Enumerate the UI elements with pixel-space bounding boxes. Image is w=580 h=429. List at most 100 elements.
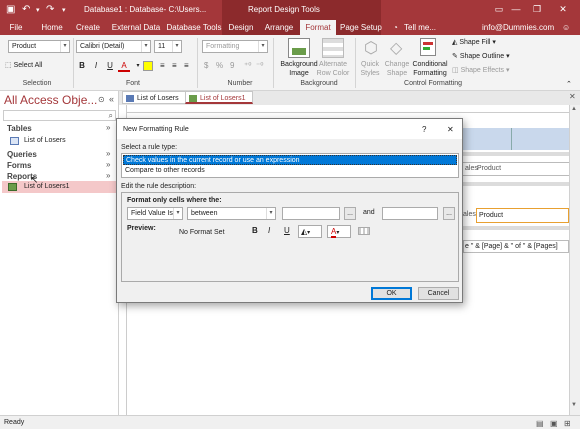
background-image-button[interactable]: Background Image [280,60,318,78]
close-button[interactable]: ✕ [556,3,570,15]
shape-outline-button[interactable]: ✎ Shape Outline ▾ [452,52,510,61]
product-textbox-selected[interactable]: Product [476,208,569,223]
shutter-bar-icon[interactable]: « [109,94,114,104]
shape-fill-button[interactable]: ◭ Shape Fill ▾ [452,38,496,47]
print-preview-icon[interactable]: ▣ [550,417,558,429]
nav-search-input[interactable]: ⌕ [3,110,116,121]
preview-underline-button[interactable]: U [284,226,290,235]
currency-button[interactable]: $ [204,61,208,70]
collapse-chevron-icon[interactable]: » [106,171,110,180]
tab-design[interactable]: Design [225,20,257,35]
chevron-down-icon: ▾ [172,41,181,52]
design-view-icon[interactable]: ⊞ [564,417,571,429]
value2-builder-button[interactable]: ... [443,207,455,220]
expand-chevron-icon[interactable]: » [106,149,110,158]
product-label-fragment[interactable]: Product [477,165,501,172]
fill-color-button[interactable]: ◭▾ [298,225,322,238]
italic-button[interactable]: I [90,60,102,72]
collapse-chevron-icon[interactable]: » [106,123,110,132]
report-header-section[interactable] [463,128,569,150]
cancel-button[interactable]: Cancel [418,287,459,300]
rule-type-item[interactable]: Compare to other records [123,166,457,176]
tab-database-tools[interactable]: Database Tools [166,20,222,35]
doc-tab-list-of-losers[interactable]: List of Losers [122,91,186,104]
shape-effects-button[interactable]: ◫ Shape Effects ▾ [452,66,510,75]
nav-section-queries[interactable]: Queries [7,150,37,159]
save-icon[interactable]: ▣ [6,4,15,15]
collapse-ribbon-icon[interactable]: ⌃ [566,80,572,88]
user-account[interactable]: info@Dummies.com [482,23,554,32]
undo-dropdown-icon[interactable]: ▾ [36,6,40,14]
enable-control-icon[interactable] [358,227,370,235]
tab-file[interactable]: File [3,20,29,35]
alternate-row-color-button[interactable]: Alternate Row Color [314,60,352,78]
ok-button[interactable]: OK [371,287,412,300]
decrease-decimals-icon[interactable]: ⁻⁰ [256,61,263,70]
tab-create[interactable]: Create [72,20,104,35]
nav-pane-title[interactable]: All Access Obje... [4,93,97,107]
font-color-dialog-button[interactable]: A▾ [327,225,351,238]
background-image-icon[interactable] [288,38,310,58]
preview-italic-button[interactable]: I [268,226,270,235]
tab-format[interactable]: Format [300,20,336,35]
nav-section-tables[interactable]: Tables [7,124,32,133]
nav-section-forms[interactable]: Forms [7,161,31,170]
tab-page-setup[interactable]: Page Setup [340,20,382,35]
font-color-button[interactable]: A [118,60,130,72]
comma-button[interactable]: 9 [230,61,234,70]
condition-field-combo[interactable]: Field Value Is ▾ [127,207,183,220]
preview-bold-button[interactable]: B [252,226,258,235]
number-format-combo[interactable]: Formatting ▾ [202,40,268,53]
value2-input[interactable] [382,207,438,220]
value1-input[interactable] [282,207,340,220]
conditional-formatting-button[interactable]: Conditional Formatting [410,60,450,78]
scroll-down-icon[interactable]: ▼ [571,402,577,408]
condition-operator-combo[interactable]: between ▾ [187,207,276,220]
minimize-button[interactable]: — [509,3,523,15]
align-right-icon[interactable]: ≡ [184,61,189,70]
quick-styles-button[interactable]: Quick Styles [358,60,382,78]
dialog-close-button[interactable]: ✕ [447,125,454,134]
tell-me-box[interactable]: Tell me... [404,23,436,32]
object-combo[interactable]: Product ▾ [8,40,70,53]
scroll-up-icon[interactable]: ▲ [571,106,577,112]
bold-button[interactable]: B [76,60,88,72]
undo-icon[interactable]: ↶ [22,4,30,15]
ribbon-display-options-icon[interactable]: ▭ [492,3,506,15]
sales-label-fragment[interactable]: ales [465,165,478,172]
dialog-help-button[interactable]: ? [422,125,426,134]
value1-builder-button[interactable]: ... [344,207,356,220]
nav-item-list-of-losers[interactable]: List of Losers [24,137,66,144]
alternate-row-color-icon[interactable] [322,38,344,58]
highlight-icon[interactable] [143,61,153,71]
rule-type-item-selected[interactable]: Check values in the current record or us… [123,155,457,165]
rule-type-list[interactable]: Check values in the current record or us… [121,153,459,178]
customize-qat-icon[interactable]: ▾ [62,6,66,14]
conditional-formatting-icon[interactable] [420,38,436,56]
underline-button[interactable]: U [104,60,116,72]
sales-field-fragment[interactable]: ales [463,211,476,218]
doc-tab-list-of-losers1[interactable]: List of Losers1 [185,91,253,104]
smiley-icon[interactable]: ☺ [562,23,570,32]
align-center-icon[interactable]: ≡ [172,61,177,70]
tab-external-data[interactable]: External Data [108,20,164,35]
percent-button[interactable]: % [216,61,223,70]
font-size-combo[interactable]: 11 ▾ [154,40,182,53]
change-shape-button[interactable]: Change Shape [384,60,410,78]
redo-icon[interactable]: ↷ [46,4,54,15]
page-footer-textbox[interactable]: e " & [Page] & " of " & [Pages] [463,240,569,253]
nav-dropdown-icon[interactable]: ⊙ [98,95,105,104]
expand-chevron-icon[interactable]: » [106,160,110,169]
tab-home[interactable]: Home [36,20,68,35]
font-name-combo[interactable]: Calibri (Detail) ▾ [76,40,151,53]
change-shape-icon[interactable]: ◇ [390,38,402,58]
tab-arrange[interactable]: Arrange [262,20,296,35]
vertical-scrollbar[interactable] [569,105,580,415]
report-view-icon[interactable]: ▤ [536,417,544,429]
close-document-icon[interactable]: ✕ [569,92,576,101]
align-left-icon[interactable]: ≡ [160,61,165,70]
restore-button[interactable]: ❐ [530,3,544,15]
increase-decimals-icon[interactable]: ⁺⁰ [244,61,251,70]
quick-styles-icon[interactable]: ⬡ [364,38,378,58]
select-all-button[interactable]: ⬚ Select All [5,61,42,70]
